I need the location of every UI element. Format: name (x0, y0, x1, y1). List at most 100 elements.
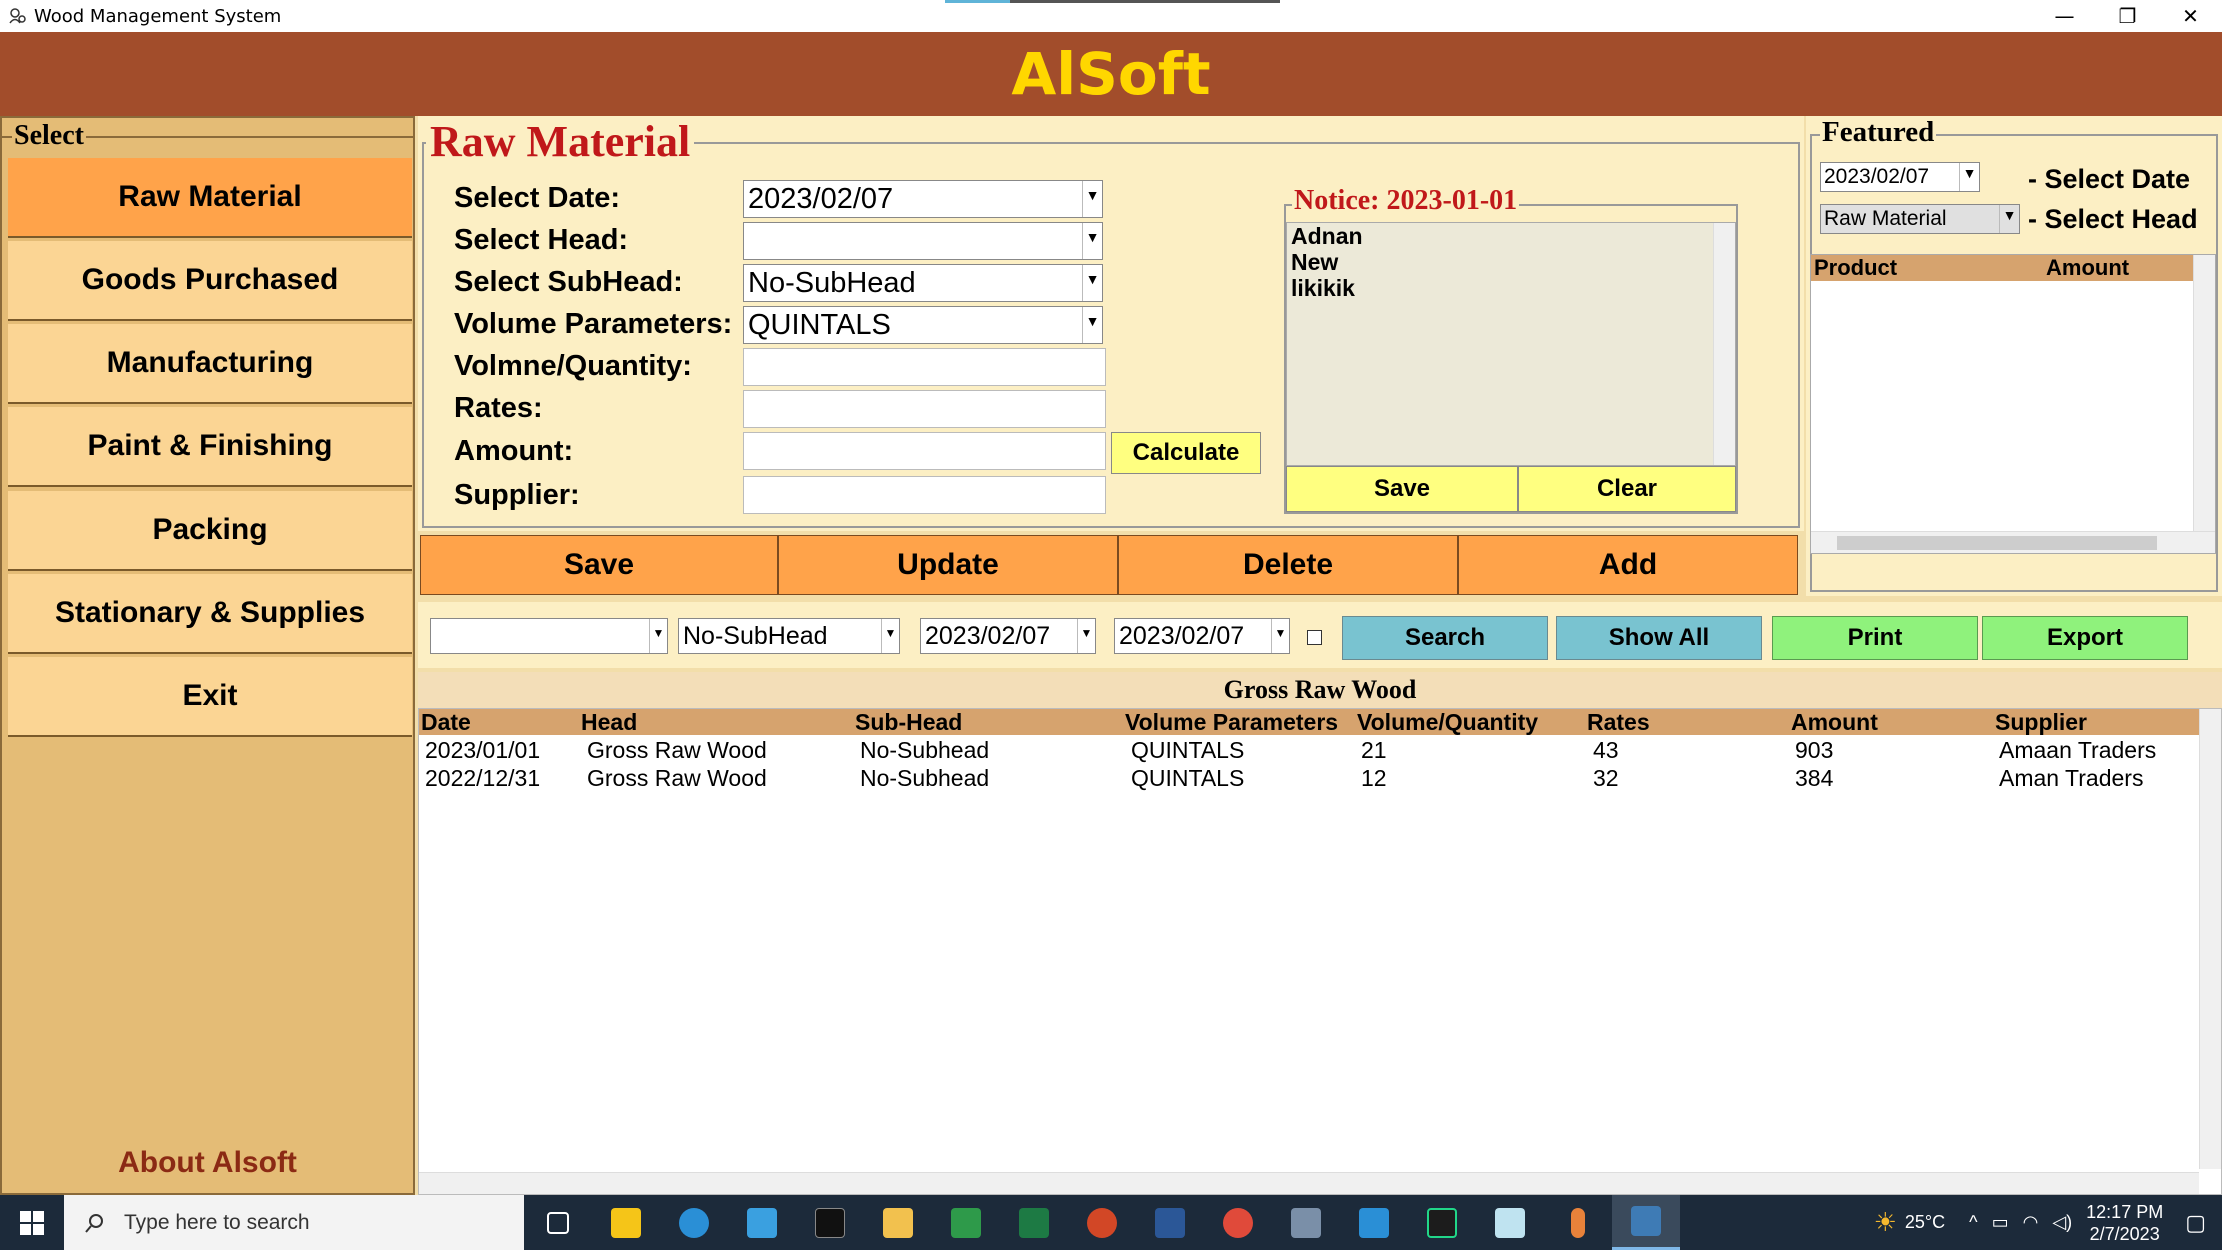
chevron-down-icon[interactable]: ▼ (881, 619, 899, 653)
select-head-dropdown[interactable]: ▼ (743, 222, 1103, 260)
nav-goods-purchased[interactable]: Goods Purchased (8, 241, 412, 321)
notice-save-button[interactable]: Save (1286, 466, 1518, 512)
nav-exit[interactable]: Exit (8, 657, 412, 737)
column-header-rates[interactable]: Rates (1587, 709, 1650, 736)
filter-from-date[interactable]: 2023/02/07 ▼ (920, 618, 1096, 654)
terminal-icon[interactable] (796, 1195, 864, 1250)
about-link[interactable]: About Alsoft (2, 1146, 413, 1180)
quantity-input[interactable] (743, 348, 1106, 386)
chevron-down-icon[interactable]: ▼ (1082, 265, 1102, 301)
column-header-date[interactable]: Date (421, 709, 471, 736)
search-button[interactable]: Search (1342, 616, 1548, 660)
python-app-icon[interactable] (1612, 1195, 1680, 1250)
featured-head-dropdown[interactable]: Raw Material ▼ (1820, 204, 2020, 234)
volume-icon[interactable]: ◁) (2052, 1212, 2072, 1233)
chevron-down-icon[interactable]: ▼ (1082, 307, 1102, 343)
notice-line: New (1291, 249, 1339, 275)
chevron-down-icon[interactable]: ▼ (1959, 163, 1979, 191)
battery-icon[interactable]: ▭ (1992, 1212, 2009, 1233)
table-horizontal-scrollbar[interactable] (419, 1172, 2199, 1194)
calculate-button[interactable]: Calculate (1111, 432, 1261, 474)
date-filter-checkbox[interactable] (1307, 630, 1322, 645)
camtasia-icon[interactable] (932, 1195, 1000, 1250)
wifi-icon[interactable]: ◠ (2023, 1212, 2039, 1233)
select-date-picker[interactable]: 2023/02/07 ▼ (743, 180, 1103, 218)
featured-date-picker[interactable]: 2023/02/07 ▼ (1820, 162, 1980, 192)
notice-textarea[interactable]: Adnan New likikik (1286, 222, 1736, 466)
add-button[interactable]: Add (1458, 535, 1798, 595)
nav-manufacturing[interactable]: Manufacturing (8, 324, 412, 404)
powerpoint-icon[interactable] (1068, 1195, 1136, 1250)
cell-volume-quantity: 12 (1361, 765, 1387, 791)
file-explorer-icon[interactable] (864, 1195, 932, 1250)
app-tool-icon[interactable] (1272, 1195, 1340, 1250)
task-view-icon[interactable] (524, 1195, 592, 1250)
chevron-down-icon[interactable]: ▼ (1077, 619, 1095, 653)
store-icon[interactable] (728, 1195, 796, 1250)
word-icon[interactable] (1136, 1195, 1204, 1250)
edge-icon[interactable] (660, 1195, 728, 1250)
filter-subhead-dropdown[interactable]: No-SubHead ▼ (678, 618, 900, 654)
excel-icon[interactable] (1000, 1195, 1068, 1250)
column-header-head[interactable]: Head (581, 709, 637, 736)
table-row[interactable]: 2022/12/31 Gross Raw Wood No-Subhead QUI… (419, 765, 2199, 793)
pycharm-icon[interactable] (1408, 1195, 1476, 1250)
column-header-supplier[interactable]: Supplier (1995, 709, 2087, 736)
nav-paint-finishing[interactable]: Paint & Finishing (8, 407, 412, 487)
table-row[interactable]: 2023/01/01 Gross Raw Wood No-Subhead QUI… (419, 737, 2199, 765)
print-button[interactable]: Print (1772, 616, 1978, 660)
close-button[interactable]: ✕ (2159, 0, 2222, 32)
featured-horizontal-scrollbar[interactable] (1811, 531, 2215, 553)
save-button[interactable]: Save (420, 535, 778, 595)
column-header-amount[interactable]: Amount (2046, 255, 2129, 281)
amount-input[interactable] (743, 432, 1106, 470)
delete-button[interactable]: Delete (1118, 535, 1458, 595)
vscode-icon[interactable] (1340, 1195, 1408, 1250)
chevron-up-icon[interactable]: ^ (1969, 1212, 1977, 1233)
table-vertical-scrollbar[interactable] (2199, 709, 2221, 1169)
nav-stationary-supplies[interactable]: Stationary & Supplies (8, 574, 412, 654)
export-button[interactable]: Export (1982, 616, 2188, 660)
chevron-down-icon[interactable]: ▼ (1999, 205, 2019, 233)
column-header-volume-parameters[interactable]: Volume Parameters (1125, 709, 1338, 736)
select-subhead-dropdown[interactable]: No-SubHead ▼ (743, 264, 1103, 302)
featured-vertical-scrollbar[interactable] (2193, 255, 2215, 553)
column-header-subhead[interactable]: Sub-Head (855, 709, 962, 736)
rates-input[interactable] (743, 390, 1106, 428)
column-header-product[interactable]: Product (1811, 255, 2046, 281)
chevron-down-icon[interactable]: ▼ (1271, 619, 1289, 653)
records-table[interactable]: Date Head Sub-Head Volume Parameters Vol… (418, 708, 2222, 1195)
taskbar-search[interactable]: Type here to search (64, 1195, 524, 1250)
nav-packing[interactable]: Packing (8, 491, 412, 571)
nav-raw-material[interactable]: Raw Material (8, 158, 412, 238)
supplier-input[interactable] (743, 476, 1106, 514)
minimize-button[interactable]: — (2033, 0, 2096, 32)
volume-parameters-dropdown[interactable]: QUINTALS ▼ (743, 306, 1103, 344)
maximize-button[interactable]: ❐ (2096, 0, 2159, 32)
notice-clear-button[interactable]: Clear (1518, 466, 1736, 512)
notice-scrollbar[interactable] (1713, 223, 1735, 465)
norton-icon[interactable] (592, 1195, 660, 1250)
show-all-button[interactable]: Show All (1556, 616, 1762, 660)
featured-table-header: Product Amount (1811, 255, 2215, 281)
filter-to-date[interactable]: 2023/02/07 ▼ (1114, 618, 1290, 654)
notes-icon[interactable] (1476, 1195, 1544, 1250)
featured-table[interactable]: Product Amount (1810, 254, 2216, 554)
update-button[interactable]: Update (778, 535, 1118, 595)
action-bar: Save Update Delete Add (420, 535, 1798, 595)
clock[interactable]: 12:17 PM 2/7/2023 (2086, 1201, 2163, 1245)
chevron-down-icon[interactable]: ▼ (1082, 181, 1102, 217)
microphone-icon[interactable] (1544, 1195, 1612, 1250)
chrome-icon[interactable] (1204, 1195, 1272, 1250)
chevron-down-icon[interactable]: ▼ (1082, 223, 1102, 259)
weather-icon[interactable]: ☀ (1874, 1207, 1897, 1238)
window-titlebar: Wood Management System — ❐ ✕ (0, 0, 2222, 32)
windows-start-icon[interactable] (0, 1195, 64, 1250)
weather-temp[interactable]: 25°C (1905, 1212, 1945, 1233)
chevron-down-icon[interactable]: ▼ (649, 619, 667, 653)
scrollbar-thumb[interactable] (1837, 536, 2157, 550)
column-header-amount[interactable]: Amount (1791, 709, 1878, 736)
column-header-volume-quantity[interactable]: Volume/Quantity (1357, 709, 1538, 736)
notification-icon[interactable]: ▢ (2185, 1210, 2206, 1236)
filter-head-dropdown[interactable]: ▼ (430, 618, 668, 654)
